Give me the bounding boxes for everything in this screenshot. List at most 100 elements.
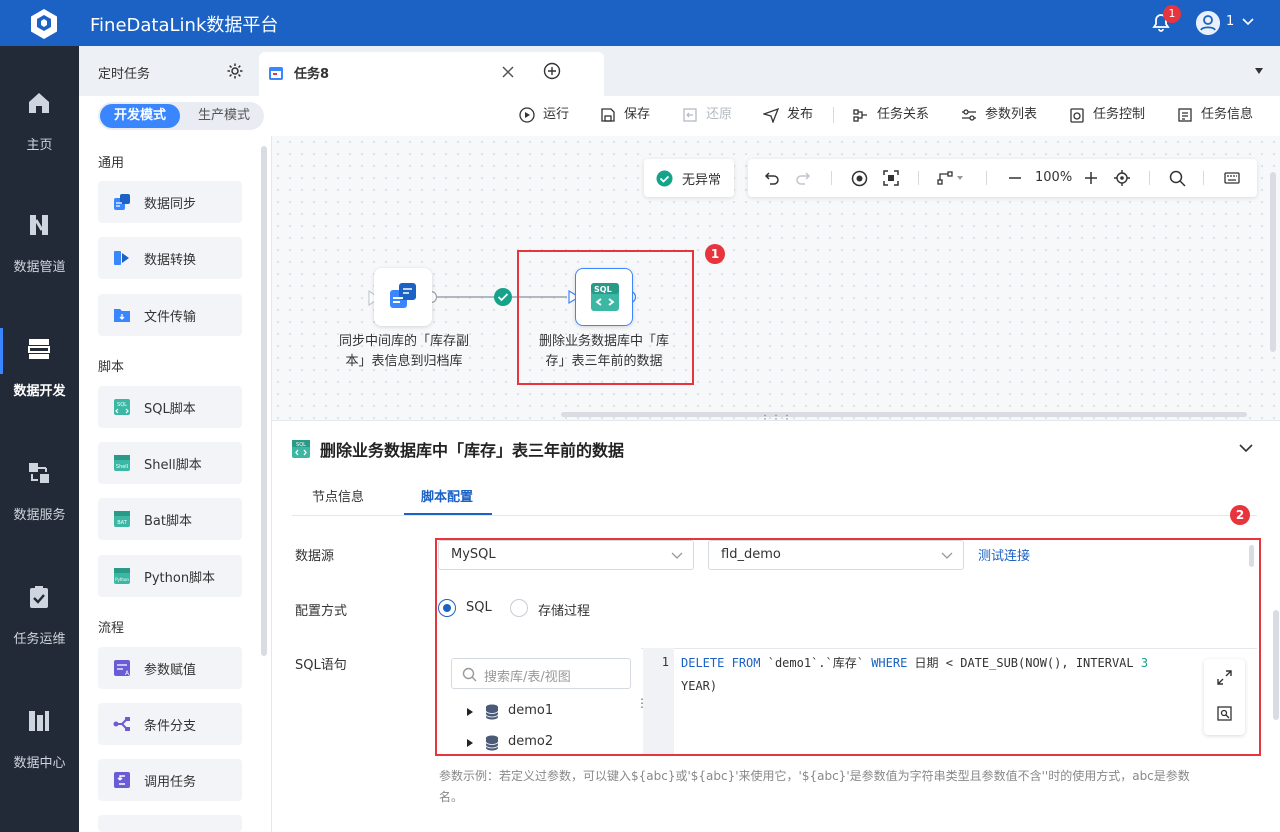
comp-condition-branch[interactable]: 条件分支: [98, 703, 242, 745]
task-relation-label: 任务关系: [877, 107, 930, 122]
comp-call-task[interactable]: 调用任务: [98, 759, 242, 801]
sliders-icon: [962, 109, 976, 121]
collapse-chevron-icon[interactable]: [1238, 442, 1254, 454]
comp-data-transform-label: 数据转换: [144, 253, 197, 268]
canvas-horizontal-scrollbar[interactable]: [561, 412, 1247, 417]
connector-style-icon[interactable]: [937, 170, 967, 186]
svg-text:BAT: BAT: [117, 520, 127, 526]
redo-icon[interactable]: [795, 170, 811, 186]
svg-text:SQL: SQL: [296, 442, 306, 448]
tabs-divider: [292, 515, 1257, 516]
data-dev-icon: [28, 339, 50, 359]
comp-bat-script[interactable]: BAT Bat脚本: [98, 498, 242, 540]
info-doc-icon: [1178, 108, 1192, 122]
sql-icon: SQL: [114, 399, 130, 415]
add-tab-icon[interactable]: [543, 62, 561, 80]
svg-text:SQL: SQL: [117, 402, 127, 408]
node1-label-line2: 本」表信息到归档库: [345, 354, 463, 369]
keyboard-icon[interactable]: [1224, 170, 1240, 186]
fit-view-icon[interactable]: [883, 170, 899, 186]
app-logo-icon[interactable]: [26, 6, 62, 42]
param-hint-line2: 名。: [439, 790, 464, 804]
nav-data-dev[interactable]: 数据开发: [0, 328, 79, 446]
bottom-scrollbar[interactable]: [1273, 610, 1279, 720]
eye-icon[interactable]: [851, 170, 868, 187]
nav-center[interactable]: 数据中心: [0, 708, 79, 818]
highlight-box-2: [435, 538, 1261, 756]
comp-param-assign[interactable]: A 参数赋值: [98, 647, 242, 689]
comp-file-transfer-label: 文件传输: [144, 310, 197, 325]
section-script: 脚本: [98, 360, 125, 375]
comp-param-assign-label: 参数赋值: [144, 663, 197, 678]
notification-badge: 1: [1163, 5, 1181, 23]
search-icon[interactable]: [1169, 170, 1186, 187]
mode-dev-button[interactable]: 开发模式: [100, 104, 180, 128]
canvas-toolbar: 100%: [748, 159, 1257, 197]
toolbar-divider: [833, 107, 834, 123]
param-list-label: 参数列表: [985, 107, 1038, 122]
toolbar-separator: [1203, 171, 1204, 185]
data-transform-icon: [114, 251, 129, 265]
pipeline-icon: [30, 215, 48, 235]
nav-home[interactable]: 主页: [0, 90, 79, 200]
comp-bat-script-label: Bat脚本: [144, 514, 192, 529]
section-flow: 流程: [98, 621, 125, 636]
undo-icon[interactable]: [764, 170, 780, 186]
data-sync-node-icon: [390, 283, 416, 308]
nav-ops[interactable]: 任务运维: [0, 584, 79, 694]
tab-scheduled-tasks[interactable]: 定时任务: [79, 46, 257, 96]
mode-switch[interactable]: 开发模式 生产模式: [98, 102, 264, 130]
service-icon: [29, 463, 49, 483]
user-avatar-icon[interactable]: [1196, 11, 1220, 35]
publish-label: 发布: [787, 107, 814, 122]
canvas-scrollbar[interactable]: [1270, 172, 1276, 352]
restore-icon: [683, 108, 697, 122]
toolbar-separator: [986, 171, 987, 185]
restore-label: 还原: [706, 107, 733, 122]
chevron-down-icon[interactable]: [1241, 17, 1255, 27]
tab-scheduled-label: 定时任务: [98, 67, 151, 82]
comp-more[interactable]: [98, 815, 242, 832]
toolbar-separator: [1149, 171, 1150, 185]
nav-pipeline[interactable]: 数据管道: [0, 212, 79, 322]
connector-check-icon: [494, 288, 512, 306]
config-method-label: 配置方式: [295, 604, 348, 619]
play-icon: [519, 107, 535, 123]
comp-data-transform[interactable]: 数据转换: [98, 237, 242, 279]
comp-data-sync[interactable]: 数据同步: [98, 181, 242, 223]
comp-shell-script[interactable]: Shell Shell脚本: [98, 442, 242, 484]
toolbar-separator: [918, 171, 919, 185]
sidebar-scrollbar[interactable]: [261, 146, 267, 656]
node-data-sync[interactable]: [374, 268, 432, 326]
nav-home-label: 主页: [26, 138, 53, 153]
comp-python-script[interactable]: Python Python脚本: [98, 555, 242, 597]
left-nav: 主页 数据管道 数据开发 数据服务 任务运维 数据中心: [0, 46, 79, 832]
nav-service[interactable]: 数据服务: [0, 460, 79, 570]
save-icon: [601, 108, 615, 122]
panel-title: 删除业务数据库中「库存」表三年前的数据: [320, 441, 625, 460]
mode-prod-button[interactable]: 生产模式: [188, 104, 260, 128]
param-hint-line1: 参数示例：若定义过参数，可以键入${abc}或'${abc}'来使用它，'${a…: [439, 769, 1190, 783]
tab-script-config[interactable]: 脚本配置: [421, 486, 473, 505]
tab-bar: 定时任务 任务8: [79, 46, 1280, 96]
comp-sql-script[interactable]: SQL SQL脚本: [98, 386, 242, 428]
nav-ops-label: 任务运维: [13, 632, 66, 647]
zoom-in-icon[interactable]: [1083, 170, 1099, 186]
app-title: FineDataLink数据平台: [90, 15, 279, 36]
locate-icon[interactable]: [1114, 170, 1130, 186]
zoom-out-icon[interactable]: [1007, 170, 1023, 186]
comp-file-transfer[interactable]: 文件传输: [98, 294, 242, 336]
tab-dropdown-icon[interactable]: [1254, 67, 1264, 75]
svg-text:Python: Python: [115, 577, 129, 582]
task-control-icon: [1070, 108, 1084, 123]
status-text: 无异常: [682, 173, 722, 188]
toolbar-separator: [831, 171, 832, 185]
call-task-icon: [114, 772, 130, 788]
zoom-level: 100%: [1035, 170, 1073, 185]
close-icon[interactable]: [501, 65, 515, 79]
user-name[interactable]: 1: [1226, 14, 1234, 29]
highlight-box-1: [517, 250, 694, 385]
comp-call-task-label: 调用任务: [144, 775, 197, 790]
gear-icon[interactable]: [226, 62, 244, 80]
tab-node-info[interactable]: 节点信息: [312, 486, 364, 505]
